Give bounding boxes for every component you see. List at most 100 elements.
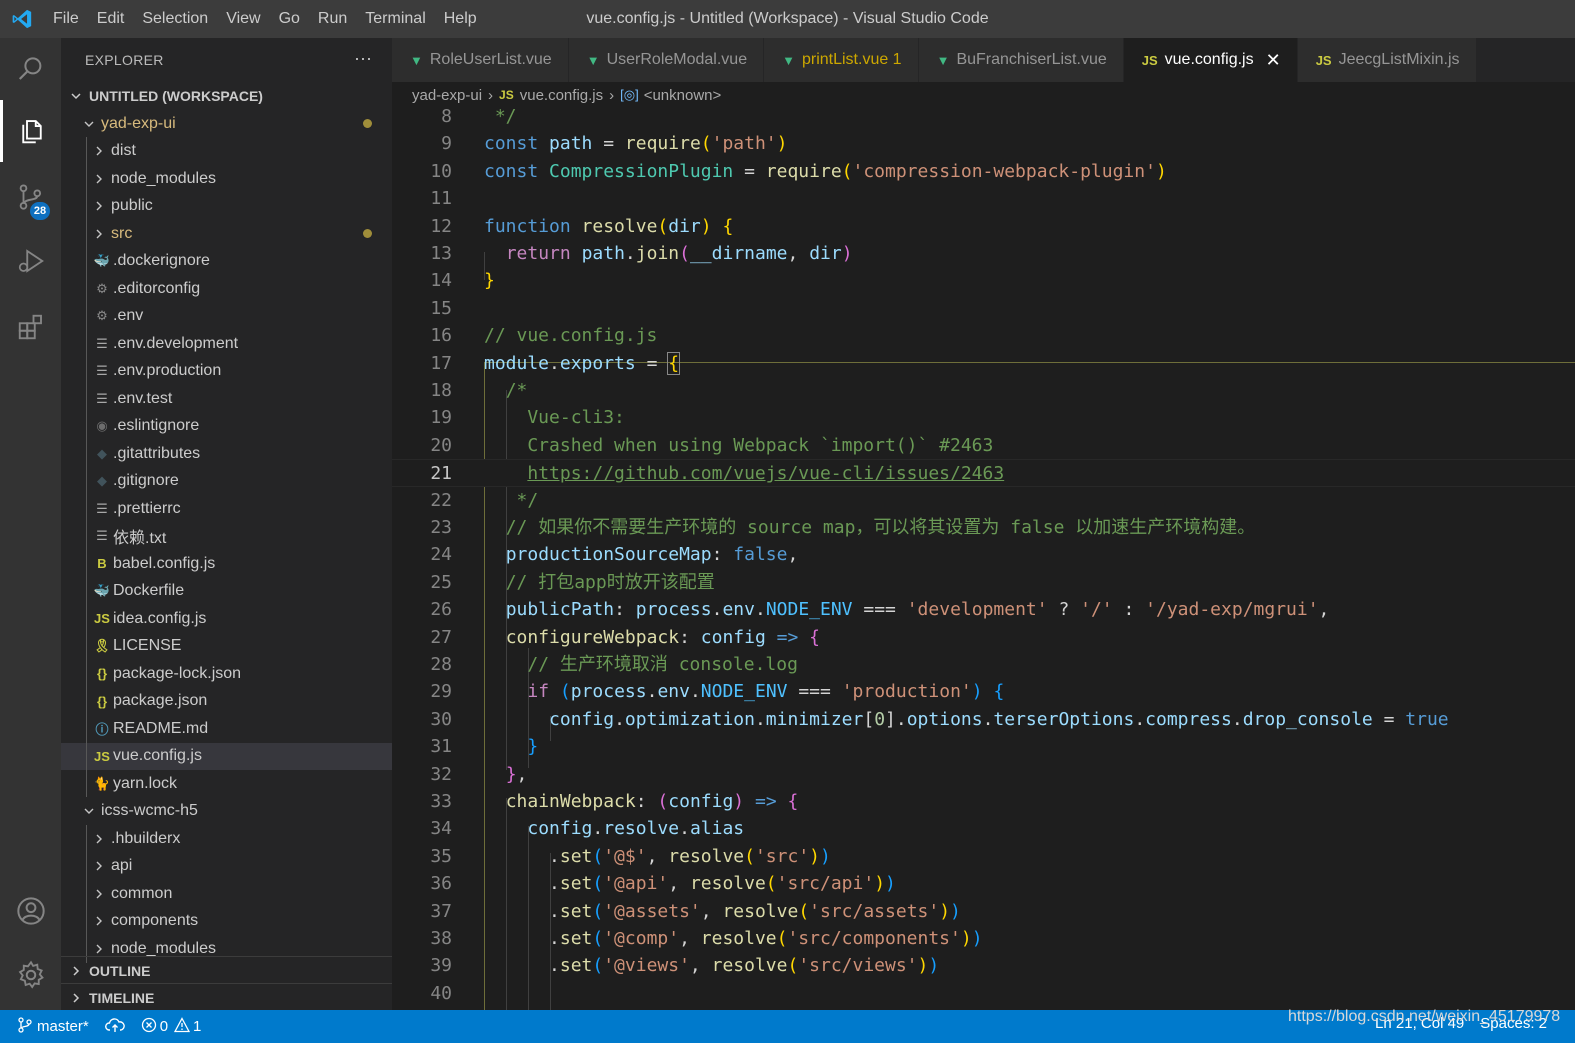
line-number: 34: [430, 818, 452, 840]
source-control-icon[interactable]: 28: [0, 166, 61, 228]
explorer-icon[interactable]: [0, 100, 61, 162]
code-line: 17 module.exports = {: [392, 350, 1575, 377]
chevron-right-icon: [91, 833, 107, 845]
menu-run[interactable]: Run: [309, 0, 356, 38]
tree-item[interactable]: ☰ 依赖.txt: [61, 523, 392, 551]
menu-selection[interactable]: Selection: [133, 0, 217, 38]
symbol-variable-icon: [◎]: [620, 87, 639, 102]
line-text: */: [484, 108, 517, 127]
problems-indicator[interactable]: 0 1: [133, 1016, 210, 1037]
timeline-section-header[interactable]: TIMELINE: [61, 983, 392, 1010]
settings-gear-icon[interactable]: [0, 944, 61, 1006]
tree-item[interactable]: .hbuilderx: [61, 825, 392, 853]
tree-item-label: .gitignore: [113, 472, 179, 490]
menu-go[interactable]: Go: [270, 0, 309, 38]
tree-item-label: idea.config.js: [113, 609, 207, 627]
tree-item[interactable]: common: [61, 880, 392, 908]
tree-item-label: .eslintignore: [113, 417, 200, 435]
sync-button[interactable]: [97, 1017, 133, 1037]
menu-file[interactable]: File: [44, 0, 88, 38]
tab-label: JeecgListMixin.js: [1338, 51, 1460, 68]
chevron-down-icon: [67, 90, 85, 102]
tree-item[interactable]: ◆ .gitignore: [61, 468, 392, 496]
extensions-icon[interactable]: [0, 296, 61, 358]
tab-roleuserlist-vue[interactable]: ▼ RoleUserList.vue: [392, 38, 569, 82]
vscode-logo-icon: [0, 0, 44, 38]
tree-item[interactable]: JS idea.config.js: [61, 605, 392, 633]
tree-item-label: LICENSE: [113, 637, 182, 655]
tree-item[interactable]: 🐳 Dockerfile: [61, 578, 392, 606]
git-branch[interactable]: master*: [0, 1016, 97, 1037]
tab-jeecglistmixin-js[interactable]: JS JeecgListMixin.js: [1297, 38, 1477, 82]
close-tab-icon[interactable]: ✕: [1266, 50, 1281, 71]
tree-item[interactable]: 🐳 .dockerignore: [61, 248, 392, 276]
tree-item[interactable]: 🎗 LICENSE: [61, 633, 392, 661]
tree-item[interactable]: ☰ .env.production: [61, 358, 392, 386]
line-number: 14: [430, 270, 452, 292]
breadcrumb-symbol[interactable]: <unknown>: [644, 87, 722, 104]
tree-item[interactable]: public: [61, 193, 392, 221]
breadcrumb-folder[interactable]: yad-exp-ui: [412, 87, 482, 104]
search-icon[interactable]: [0, 38, 61, 100]
line-number: 21: [430, 463, 452, 485]
chevron-right-icon: [91, 228, 107, 240]
outline-section-header[interactable]: OUTLINE: [61, 956, 392, 984]
menu-view[interactable]: View: [217, 0, 269, 38]
workspace-section-header[interactable]: UNTITLED (WORKSPACE): [61, 82, 392, 110]
tree-item[interactable]: ☰ .prettierrc: [61, 495, 392, 523]
menu-help[interactable]: Help: [435, 0, 486, 38]
timeline-title: TIMELINE: [89, 989, 155, 1006]
tree-item[interactable]: {} package-lock.json: [61, 660, 392, 688]
code-link[interactable]: https://github.com/vuejs/vue-cli/issues/…: [527, 463, 1004, 484]
tree-item[interactable]: ⓘ README.md: [61, 715, 392, 743]
tree-item[interactable]: ⚙ .editorconfig: [61, 275, 392, 303]
accounts-icon[interactable]: [0, 880, 61, 942]
line-number: 24: [430, 544, 452, 566]
tab-bufranchiserlist-vue[interactable]: ▼ BuFranchiserList.vue: [918, 38, 1124, 82]
tab-label: printList.vue 1: [801, 51, 902, 68]
tree-item[interactable]: 🐈 yarn.lock: [61, 770, 392, 798]
source-control-badge: 28: [30, 202, 50, 220]
run-debug-icon[interactable]: [0, 230, 61, 292]
code-line: 8 */: [392, 108, 1575, 130]
text-file-icon: ☰: [96, 363, 108, 379]
explorer-sidebar: EXPLORER ··· UNTITLED (WORKSPACE) yad-ex…: [61, 38, 392, 1010]
tree-item[interactable]: ⚙ .env: [61, 303, 392, 331]
line-number: 8: [441, 108, 452, 127]
tree-item[interactable]: dist: [61, 138, 392, 166]
tree-item[interactable]: ◉ .eslintignore: [61, 413, 392, 441]
tree-item[interactable]: icss-wcmc-h5: [61, 798, 392, 826]
js-file-icon: JS: [499, 88, 514, 102]
line-number: 39: [430, 955, 452, 977]
line-text: }: [484, 270, 495, 292]
tree-item[interactable]: node_modules: [61, 165, 392, 193]
line-number: 35: [430, 845, 452, 867]
line-number: 40: [430, 982, 452, 1004]
explorer-more-actions-icon[interactable]: ···: [354, 48, 372, 69]
tab-userrolemodal-vue[interactable]: ▼ UserRoleModal.vue: [568, 38, 765, 82]
tree-item[interactable]: components: [61, 908, 392, 936]
tree-item-label: node_modules: [111, 169, 216, 187]
line-number: 9: [441, 133, 452, 155]
code-line: 40: [392, 980, 1575, 1007]
license-file-icon: 🎗: [93, 638, 111, 654]
breadcrumb-file[interactable]: vue.config.js: [520, 87, 603, 104]
tree-item[interactable]: Bbabel.config.js: [61, 550, 392, 578]
tree-item[interactable]: JS vue.config.js: [61, 742, 392, 770]
tree-item[interactable]: ◆ .gitattributes: [61, 440, 392, 468]
tab-vue-config-js[interactable]: JS vue.config.js ✕: [1123, 38, 1298, 82]
menu-edit[interactable]: Edit: [88, 0, 134, 38]
tree-item[interactable]: src: [61, 220, 392, 248]
code-line: 33 chainWebpack: (config) => {: [392, 788, 1575, 815]
tree-item[interactable]: api: [61, 853, 392, 881]
json-file-icon: {}: [96, 693, 108, 709]
tree-item[interactable]: ☰ .env.development: [61, 330, 392, 358]
tree-item[interactable]: yad-exp-ui: [61, 110, 392, 138]
tree-item[interactable]: ☰ .env.test: [61, 385, 392, 413]
menu-terminal[interactable]: Terminal: [356, 0, 434, 38]
code-line: 28 // 生产环境取消 console.log: [392, 651, 1575, 678]
tree-item[interactable]: {} package.json: [61, 688, 392, 716]
tab-printlist-vue[interactable]: ▼ printList.vue 1: [764, 38, 919, 82]
code-line-current: 21 https://github.com/vuejs/vue-cli/issu…: [392, 459, 1575, 487]
code-editor[interactable]: 8 */ 9 const path = require('path') 10 con…: [392, 108, 1575, 1010]
